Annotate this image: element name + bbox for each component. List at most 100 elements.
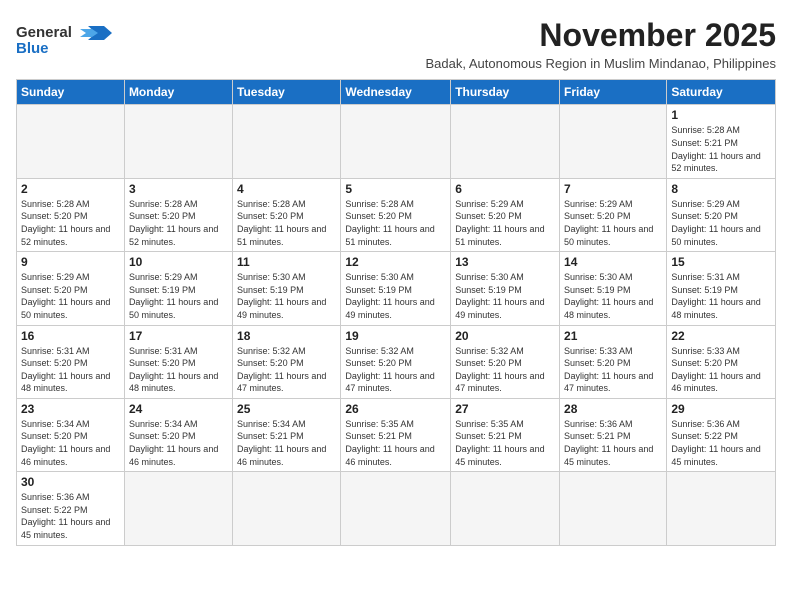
day-number: 18 (237, 329, 336, 343)
day-info: Sunrise: 5:33 AMSunset: 5:20 PMDaylight:… (564, 345, 662, 395)
day-info: Sunrise: 5:30 AMSunset: 5:19 PMDaylight:… (237, 271, 336, 321)
calendar-cell: 22 Sunrise: 5:33 AMSunset: 5:20 PMDayligh… (667, 325, 776, 398)
calendar-cell: 27Sunrise: 5:35 AMSunset: 5:21 PMDayligh… (451, 398, 560, 471)
calendar-cell-empty (667, 472, 776, 545)
weekday-header-row: SundayMondayTuesdayWednesdayThursdayFrid… (17, 80, 776, 105)
calendar-cell: 8 Sunrise: 5:29 AMSunset: 5:20 PMDaylight… (667, 178, 776, 251)
calendar-cell: 7Sunrise: 5:29 AMSunset: 5:20 PMDaylight… (560, 178, 667, 251)
weekday-header-thursday: Thursday (451, 80, 560, 105)
subtitle: Badak, Autonomous Region in Muslim Minda… (124, 56, 776, 71)
day-info: Sunrise: 5:35 AMSunset: 5:21 PMDaylight:… (455, 418, 555, 468)
day-number: 13 (455, 255, 555, 269)
calendar-cell-empty (451, 472, 560, 545)
day-info: Sunrise: 5:34 AMSunset: 5:20 PMDaylight:… (129, 418, 228, 468)
calendar-cell (124, 105, 232, 178)
calendar-cell: 21 Sunrise: 5:33 AMSunset: 5:20 PMDayligh… (560, 325, 667, 398)
calendar-cell: 10Sunrise: 5:29 AMSunset: 5:19 PMDayligh… (124, 252, 232, 325)
calendar-cell: 28Sunrise: 5:36 AMSunset: 5:21 PMDayligh… (560, 398, 667, 471)
weekday-header-friday: Friday (560, 80, 667, 105)
day-number: 30 (21, 475, 120, 489)
day-info: Sunrise: 5:32 AMSunset: 5:20 PMDaylight:… (237, 345, 336, 395)
day-number: 12 (345, 255, 446, 269)
day-info: Sunrise: 5:29 AMSunset: 5:20 PMDaylight:… (455, 198, 555, 248)
calendar-cell: 19Sunrise: 5:32 AMSunset: 5:20 PMDayligh… (341, 325, 451, 398)
day-number: 7 (564, 182, 662, 196)
calendar-cell: 3 Sunrise: 5:28 AMSunset: 5:20 PMDaylight… (124, 178, 232, 251)
day-info: Sunrise: 5:31 AMSunset: 5:19 PMDaylight:… (671, 271, 771, 321)
month-title: November 2025 (124, 16, 776, 54)
calendar-cell: 17 Sunrise: 5:31 AMSunset: 5:20 PMDayligh… (124, 325, 232, 398)
day-number: 22 (671, 329, 771, 343)
calendar-cell: 9 Sunrise: 5:29 AMSunset: 5:20 PMDaylight… (17, 252, 125, 325)
weekday-header-monday: Monday (124, 80, 232, 105)
day-info: Sunrise: 5:28 AMSunset: 5:20 PMDaylight:… (129, 198, 228, 248)
day-number: 6 (455, 182, 555, 196)
calendar-cell: 13Sunrise: 5:30 AMSunset: 5:19 PMDayligh… (451, 252, 560, 325)
calendar-cell-empty (124, 472, 232, 545)
calendar-cell (341, 105, 451, 178)
day-number: 21 (564, 329, 662, 343)
calendar-cell (17, 105, 125, 178)
day-number: 17 (129, 329, 228, 343)
calendar-cell: 15Sunrise: 5:31 AMSunset: 5:19 PMDayligh… (667, 252, 776, 325)
day-info: Sunrise: 5:34 AMSunset: 5:21 PMDaylight:… (237, 418, 336, 468)
day-info: Sunrise: 5:30 AMSunset: 5:19 PMDaylight:… (564, 271, 662, 321)
day-info: Sunrise: 5:28 AMSunset: 5:21 PMDaylight:… (671, 124, 771, 174)
day-number: 16 (21, 329, 120, 343)
calendar-cell: 23Sunrise: 5:34 AMSunset: 5:20 PMDayligh… (17, 398, 125, 471)
day-info: Sunrise: 5:29 AMSunset: 5:20 PMDaylight:… (671, 198, 771, 248)
calendar-cell: 1 Sunrise: 5:28 AMSunset: 5:21 PMDaylight… (667, 105, 776, 178)
calendar-cell: 2Sunrise: 5:28 AMSunset: 5:20 PMDaylight… (17, 178, 125, 251)
day-info: Sunrise: 5:29 AMSunset: 5:20 PMDaylight:… (21, 271, 120, 321)
calendar-cell-empty (233, 472, 341, 545)
calendar-row: 30 Sunrise: 5:36 AMSunset: 5:22 PMDayligh… (17, 472, 776, 545)
calendar-cell: 30 Sunrise: 5:36 AMSunset: 5:22 PMDayligh… (17, 472, 125, 545)
calendar-cell: 29Sunrise: 5:36 AMSunset: 5:22 PMDayligh… (667, 398, 776, 471)
day-info: Sunrise: 5:36 AMSunset: 5:22 PMDaylight:… (21, 491, 120, 541)
day-number: 11 (237, 255, 336, 269)
calendar-cell: 6 Sunrise: 5:29 AMSunset: 5:20 PMDaylight… (451, 178, 560, 251)
day-number: 24 (129, 402, 228, 416)
calendar-row: 16 Sunrise: 5:31 AMSunset: 5:20 PMDayligh… (17, 325, 776, 398)
weekday-header-saturday: Saturday (667, 80, 776, 105)
logo-blue: Blue (16, 40, 49, 57)
calendar-cell (451, 105, 560, 178)
calendar-cell: 24 Sunrise: 5:34 AMSunset: 5:20 PMDayligh… (124, 398, 232, 471)
day-info: Sunrise: 5:31 AMSunset: 5:20 PMDaylight:… (129, 345, 228, 395)
day-number: 29 (671, 402, 771, 416)
day-number: 1 (671, 108, 771, 122)
calendar-row: 1 Sunrise: 5:28 AMSunset: 5:21 PMDaylight… (17, 105, 776, 178)
day-number: 4 (237, 182, 336, 196)
calendar-cell: 25 Sunrise: 5:34 AMSunset: 5:21 PMDayligh… (233, 398, 341, 471)
calendar-cell-empty (341, 472, 451, 545)
calendar-cell: 5Sunrise: 5:28 AMSunset: 5:20 PMDaylight… (341, 178, 451, 251)
day-info: Sunrise: 5:35 AMSunset: 5:21 PMDaylight:… (345, 418, 446, 468)
calendar-cell: 18 Sunrise: 5:32 AMSunset: 5:20 PMDayligh… (233, 325, 341, 398)
day-number: 19 (345, 329, 446, 343)
calendar-row: 2 Sunrise: 5:28 AMSunset: 5:20 PMDaylight… (17, 178, 776, 251)
calendar: SundayMondayTuesdayWednesdayThursdayFrid… (16, 79, 776, 545)
weekday-header-sunday: Sunday (17, 80, 125, 105)
day-number: 8 (671, 182, 771, 196)
day-info: Sunrise: 5:32 AMSunset: 5:20 PMDaylight:… (455, 345, 555, 395)
day-info: Sunrise: 5:34 AMSunset: 5:20 PMDaylight:… (21, 418, 120, 468)
logo: General Blue (16, 20, 124, 57)
day-number: 9 (21, 255, 120, 269)
day-number: 3 (129, 182, 228, 196)
day-number: 25 (237, 402, 336, 416)
day-number: 26 (345, 402, 446, 416)
day-info: Sunrise: 5:31 AMSunset: 5:20 PMDaylight:… (21, 345, 120, 395)
calendar-cell: 11 Sunrise: 5:30 AMSunset: 5:19 PMDayligh… (233, 252, 341, 325)
calendar-row: 23Sunrise: 5:34 AMSunset: 5:20 PMDayligh… (17, 398, 776, 471)
day-info: Sunrise: 5:28 AMSunset: 5:20 PMDaylight:… (345, 198, 446, 248)
weekday-header-wednesday: Wednesday (341, 80, 451, 105)
day-number: 28 (564, 402, 662, 416)
day-number: 14 (564, 255, 662, 269)
calendar-cell: 12Sunrise: 5:30 AMSunset: 5:19 PMDayligh… (341, 252, 451, 325)
calendar-cell: 4 Sunrise: 5:28 AMSunset: 5:20 PMDaylight… (233, 178, 341, 251)
day-info: Sunrise: 5:28 AMSunset: 5:20 PMDaylight:… (237, 198, 336, 248)
day-info: Sunrise: 5:33 AMSunset: 5:20 PMDaylight:… (671, 345, 771, 395)
logo-icon (76, 22, 124, 44)
day-number: 2 (21, 182, 120, 196)
day-info: Sunrise: 5:29 AMSunset: 5:19 PMDaylight:… (129, 271, 228, 321)
